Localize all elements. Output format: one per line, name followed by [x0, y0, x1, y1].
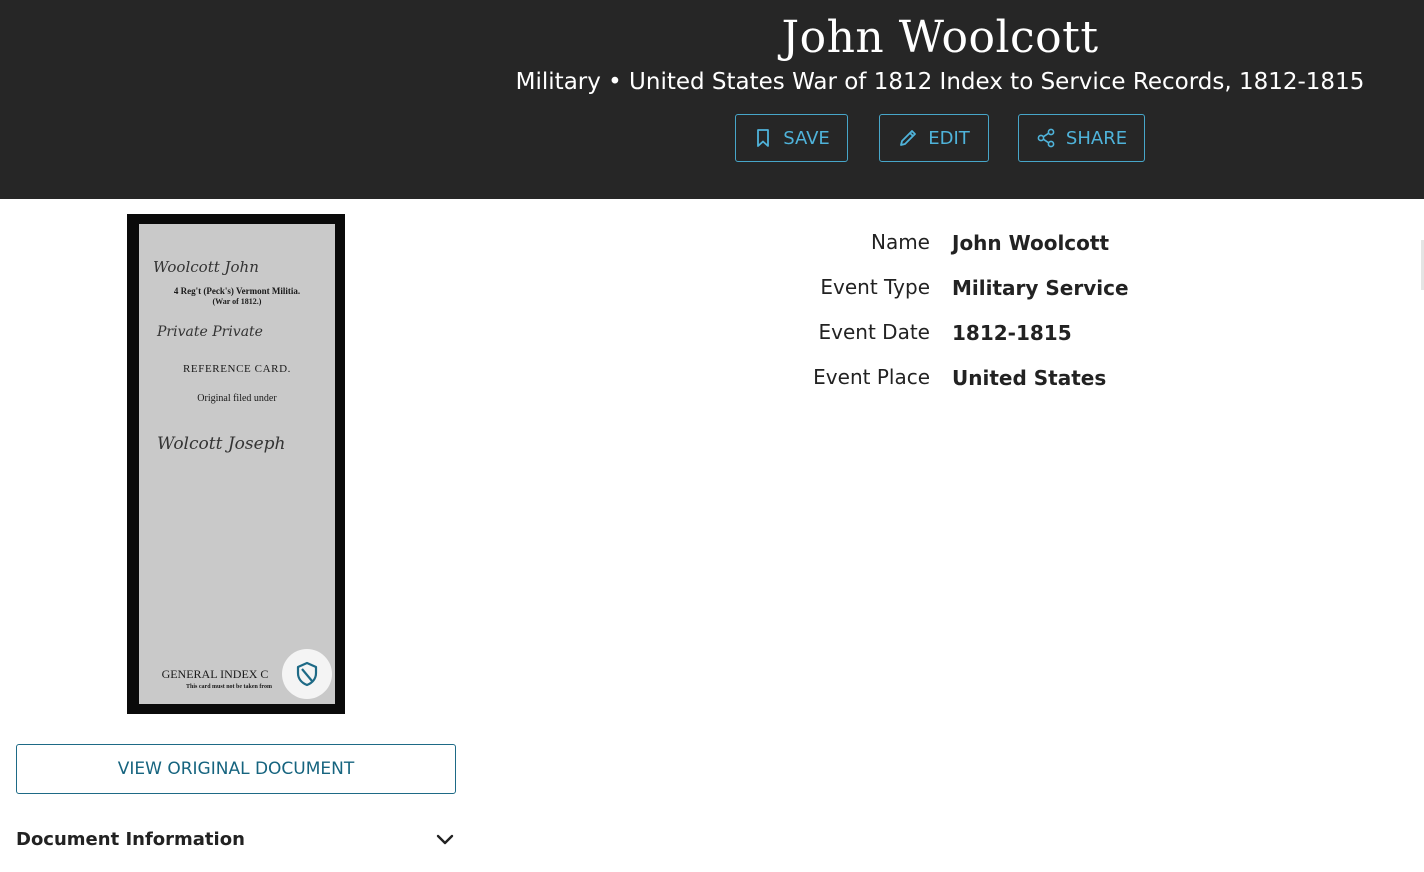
card-filed-name: Wolcott Joseph — [157, 434, 286, 454]
fact-label: Event Place — [813, 365, 930, 389]
fact-value: Military Service — [952, 276, 1129, 300]
fact-row-event-type: Event Type Military Service — [760, 275, 1360, 305]
fact-label: Event Date — [818, 320, 930, 344]
fact-row-name: Name John Woolcott — [760, 230, 1360, 260]
save-button-label: SAVE — [783, 127, 830, 149]
share-button-label: SHARE — [1065, 127, 1128, 149]
image-protection-badge[interactable] — [282, 649, 332, 699]
page-title: John Woolcott — [781, 12, 1099, 63]
fact-value: John Woolcott — [952, 231, 1110, 255]
chevron-down-icon — [436, 834, 454, 845]
edit-button-label: EDIT — [928, 127, 970, 149]
fact-value: 1812-1815 — [952, 321, 1072, 345]
card-rank: Private Private — [157, 324, 263, 340]
share-button[interactable]: SHARE — [1018, 114, 1145, 162]
bookmark-icon — [757, 129, 770, 147]
fact-label: Name — [870, 230, 930, 254]
fact-row-event-place: Event Place United States — [760, 365, 1360, 395]
pencil-icon — [900, 130, 917, 146]
document-thumbnail[interactable]: Woolcott John 4 Reg't (Peck's) Vermont M… — [127, 214, 345, 714]
card-handwritten-name: Woolcott John — [153, 258, 259, 276]
save-button[interactable]: SAVE — [735, 114, 848, 162]
card-regiment: 4 Reg't (Peck's) Vermont Militia. — [173, 286, 301, 296]
collection-subtitle: Military • United States War of 1812 Ind… — [515, 69, 1365, 95]
reference-card-image: Woolcott John 4 Reg't (Peck's) Vermont M… — [139, 224, 335, 704]
fact-row-event-date: Event Date 1812-1815 — [760, 320, 1360, 350]
document-information-label: Document Information — [16, 828, 245, 850]
shield-icon — [296, 661, 318, 687]
record-header: John Woolcott Military • United States W… — [0, 0, 1424, 199]
card-war: (War of 1812.) — [212, 297, 262, 306]
document-information-toggle[interactable]: Document Information — [16, 826, 456, 852]
card-reference-title: REFERENCE CARD. — [182, 363, 291, 375]
card-original-filed: Original filed under — [197, 393, 277, 404]
fact-value: United States — [952, 366, 1107, 390]
share-icon — [1037, 128, 1055, 148]
edit-button[interactable]: EDIT — [879, 114, 989, 162]
fact-label: Event Type — [820, 275, 930, 299]
view-original-document-button[interactable]: VIEW ORIGINAL DOCUMENT — [16, 744, 456, 794]
